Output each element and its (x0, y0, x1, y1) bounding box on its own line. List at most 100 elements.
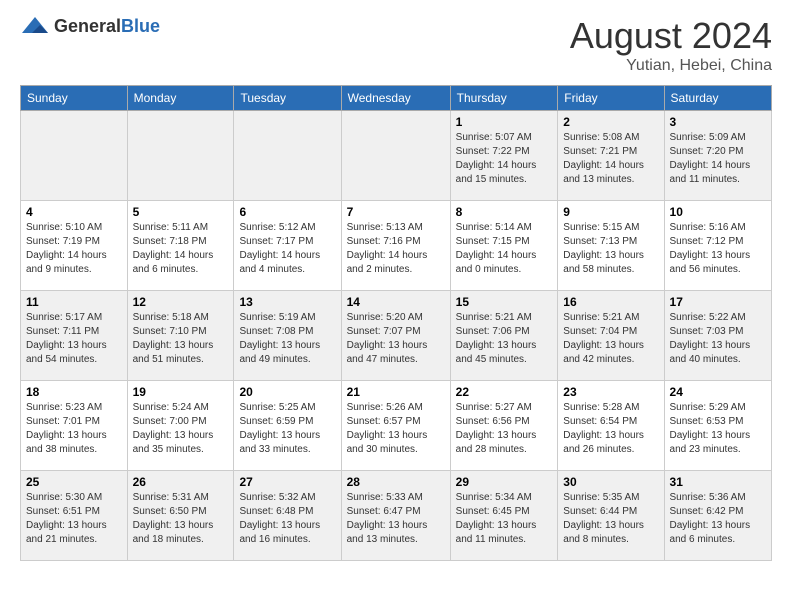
day-number: 3 (670, 115, 766, 129)
day-number: 29 (456, 475, 553, 489)
day-number: 6 (239, 205, 335, 219)
day-number: 19 (133, 385, 229, 399)
day-number: 8 (456, 205, 553, 219)
day-info: Sunrise: 5:16 AM Sunset: 7:12 PM Dayligh… (670, 221, 766, 277)
day-number: 23 (563, 385, 658, 399)
day-number: 15 (456, 295, 553, 309)
day-number: 26 (133, 475, 229, 489)
table-cell: 24Sunrise: 5:29 AM Sunset: 6:53 PM Dayli… (664, 381, 771, 471)
table-cell: 19 Sunrise: 5:24 AM Sunset: 7:00 PM Dayli… (127, 381, 234, 471)
day-number: 14 (347, 295, 445, 309)
logo-general: General (54, 16, 121, 36)
table-cell: 3 Sunrise: 5:09 AM Sunset: 7:20 PM Daylig… (664, 111, 771, 201)
day-info: Sunrise: 5:27 AM Sunset: 6:56 PM Dayligh… (456, 401, 553, 457)
table-cell: 13 Sunrise: 5:19 AM Sunset: 7:08 PM Dayli… (234, 291, 341, 381)
day-info: Sunrise: 5:23 AM Sunset: 7:01 PM Dayligh… (26, 401, 122, 457)
day-number: 2 (563, 115, 658, 129)
day-number: 13 (239, 295, 335, 309)
day-info: Sunrise: 5:19 AM Sunset: 7:08 PM Dayligh… (239, 311, 335, 367)
day-number: 22 (456, 385, 553, 399)
table-cell: 5 Sunrise: 5:11 AM Sunset: 7:18 PM Daylig… (127, 201, 234, 291)
day-info: Sunrise: 5:11 AM Sunset: 7:18 PM Dayligh… (133, 221, 229, 277)
col-saturday: Saturday (664, 86, 771, 111)
day-info: Sunrise: 5:35 AM Sunset: 6:44 PM Dayligh… (563, 491, 658, 547)
day-info: Sunrise: 5:21 AM Sunset: 7:04 PM Dayligh… (563, 311, 658, 367)
week-row-5: 25Sunrise: 5:30 AM Sunset: 6:51 PM Dayli… (21, 471, 772, 561)
table-cell: 11 Sunrise: 5:17 AM Sunset: 7:11 PM Dayli… (21, 291, 128, 381)
day-info: Sunrise: 5:13 AM Sunset: 7:16 PM Dayligh… (347, 221, 445, 277)
col-wednesday: Wednesday (341, 86, 450, 111)
table-cell: 8Sunrise: 5:14 AM Sunset: 7:15 PM Daylig… (450, 201, 558, 291)
table-cell: 23 Sunrise: 5:28 AM Sunset: 6:54 PM Dayli… (558, 381, 664, 471)
day-number: 28 (347, 475, 445, 489)
day-info: Sunrise: 5:24 AM Sunset: 7:00 PM Dayligh… (133, 401, 229, 457)
col-monday: Monday (127, 86, 234, 111)
table-cell (234, 111, 341, 201)
table-cell (127, 111, 234, 201)
table-cell: 28 Sunrise: 5:33 AM Sunset: 6:47 PM Dayli… (341, 471, 450, 561)
day-info: Sunrise: 5:12 AM Sunset: 7:17 PM Dayligh… (239, 221, 335, 277)
day-info: Sunrise: 5:22 AM Sunset: 7:03 PM Dayligh… (670, 311, 766, 367)
day-info: Sunrise: 5:32 AM Sunset: 6:48 PM Dayligh… (239, 491, 335, 547)
day-info: Sunrise: 5:34 AM Sunset: 6:45 PM Dayligh… (456, 491, 553, 547)
table-cell: 18 Sunrise: 5:23 AM Sunset: 7:01 PM Dayli… (21, 381, 128, 471)
col-thursday: Thursday (450, 86, 558, 111)
day-number: 1 (456, 115, 553, 129)
table-cell: 29 Sunrise: 5:34 AM Sunset: 6:45 PM Dayli… (450, 471, 558, 561)
week-row-3: 11 Sunrise: 5:17 AM Sunset: 7:11 PM Dayli… (21, 291, 772, 381)
day-number: 7 (347, 205, 445, 219)
logo-icon (20, 15, 50, 37)
table-cell: 16Sunrise: 5:21 AM Sunset: 7:04 PM Dayli… (558, 291, 664, 381)
day-number: 4 (26, 205, 122, 219)
day-info: Sunrise: 5:20 AM Sunset: 7:07 PM Dayligh… (347, 311, 445, 367)
table-cell: 15 Sunrise: 5:21 AM Sunset: 7:06 PM Dayli… (450, 291, 558, 381)
day-info: Sunrise: 5:21 AM Sunset: 7:06 PM Dayligh… (456, 311, 553, 367)
table-cell: 20Sunrise: 5:25 AM Sunset: 6:59 PM Dayli… (234, 381, 341, 471)
day-number: 17 (670, 295, 766, 309)
month-year: August 2024 (570, 15, 772, 57)
day-info: Sunrise: 5:31 AM Sunset: 6:50 PM Dayligh… (133, 491, 229, 547)
day-number: 25 (26, 475, 122, 489)
title-block: August 2024 Yutian, Hebei, China (570, 15, 772, 75)
day-number: 10 (670, 205, 766, 219)
day-info: Sunrise: 5:33 AM Sunset: 6:47 PM Dayligh… (347, 491, 445, 547)
table-cell: 17 Sunrise: 5:22 AM Sunset: 7:03 PM Dayli… (664, 291, 771, 381)
day-info: Sunrise: 5:25 AM Sunset: 6:59 PM Dayligh… (239, 401, 335, 457)
day-number: 31 (670, 475, 766, 489)
logo: GeneralBlue (20, 15, 160, 37)
header-row: Sunday Monday Tuesday Wednesday Thursday… (21, 86, 772, 111)
day-number: 30 (563, 475, 658, 489)
day-number: 11 (26, 295, 122, 309)
table-cell: 1Sunrise: 5:07 AM Sunset: 7:22 PM Daylig… (450, 111, 558, 201)
table-cell: 4 Sunrise: 5:10 AM Sunset: 7:19 PM Daylig… (21, 201, 128, 291)
table-cell: 30 Sunrise: 5:35 AM Sunset: 6:44 PM Dayli… (558, 471, 664, 561)
day-info: Sunrise: 5:09 AM Sunset: 7:20 PM Dayligh… (670, 131, 766, 187)
col-friday: Friday (558, 86, 664, 111)
day-info: Sunrise: 5:28 AM Sunset: 6:54 PM Dayligh… (563, 401, 658, 457)
table-cell: 14 Sunrise: 5:20 AM Sunset: 7:07 PM Dayli… (341, 291, 450, 381)
header: GeneralBlue August 2024 Yutian, Hebei, C… (20, 15, 772, 75)
table-cell: 2 Sunrise: 5:08 AM Sunset: 7:21 PM Daylig… (558, 111, 664, 201)
col-sunday: Sunday (21, 86, 128, 111)
table-cell: 21 Sunrise: 5:26 AM Sunset: 6:57 PM Dayli… (341, 381, 450, 471)
day-info: Sunrise: 5:18 AM Sunset: 7:10 PM Dayligh… (133, 311, 229, 367)
location: Yutian, Hebei, China (570, 57, 772, 75)
week-row-1: 1Sunrise: 5:07 AM Sunset: 7:22 PM Daylig… (21, 111, 772, 201)
day-number: 27 (239, 475, 335, 489)
logo-blue: Blue (121, 16, 160, 36)
day-number: 21 (347, 385, 445, 399)
table-cell: 31Sunrise: 5:36 AM Sunset: 6:42 PM Dayli… (664, 471, 771, 561)
day-info: Sunrise: 5:10 AM Sunset: 7:19 PM Dayligh… (26, 221, 122, 277)
table-cell: 7 Sunrise: 5:13 AM Sunset: 7:16 PM Daylig… (341, 201, 450, 291)
day-info: Sunrise: 5:26 AM Sunset: 6:57 PM Dayligh… (347, 401, 445, 457)
day-info: Sunrise: 5:17 AM Sunset: 7:11 PM Dayligh… (26, 311, 122, 367)
page: GeneralBlue August 2024 Yutian, Hebei, C… (0, 0, 792, 576)
day-number: 5 (133, 205, 229, 219)
table-cell: 12Sunrise: 5:18 AM Sunset: 7:10 PM Dayli… (127, 291, 234, 381)
table-cell (21, 111, 128, 201)
table-cell (341, 111, 450, 201)
day-number: 24 (670, 385, 766, 399)
table-cell: 27 Sunrise: 5:32 AM Sunset: 6:48 PM Dayli… (234, 471, 341, 561)
day-number: 18 (26, 385, 122, 399)
day-info: Sunrise: 5:08 AM Sunset: 7:21 PM Dayligh… (563, 131, 658, 187)
